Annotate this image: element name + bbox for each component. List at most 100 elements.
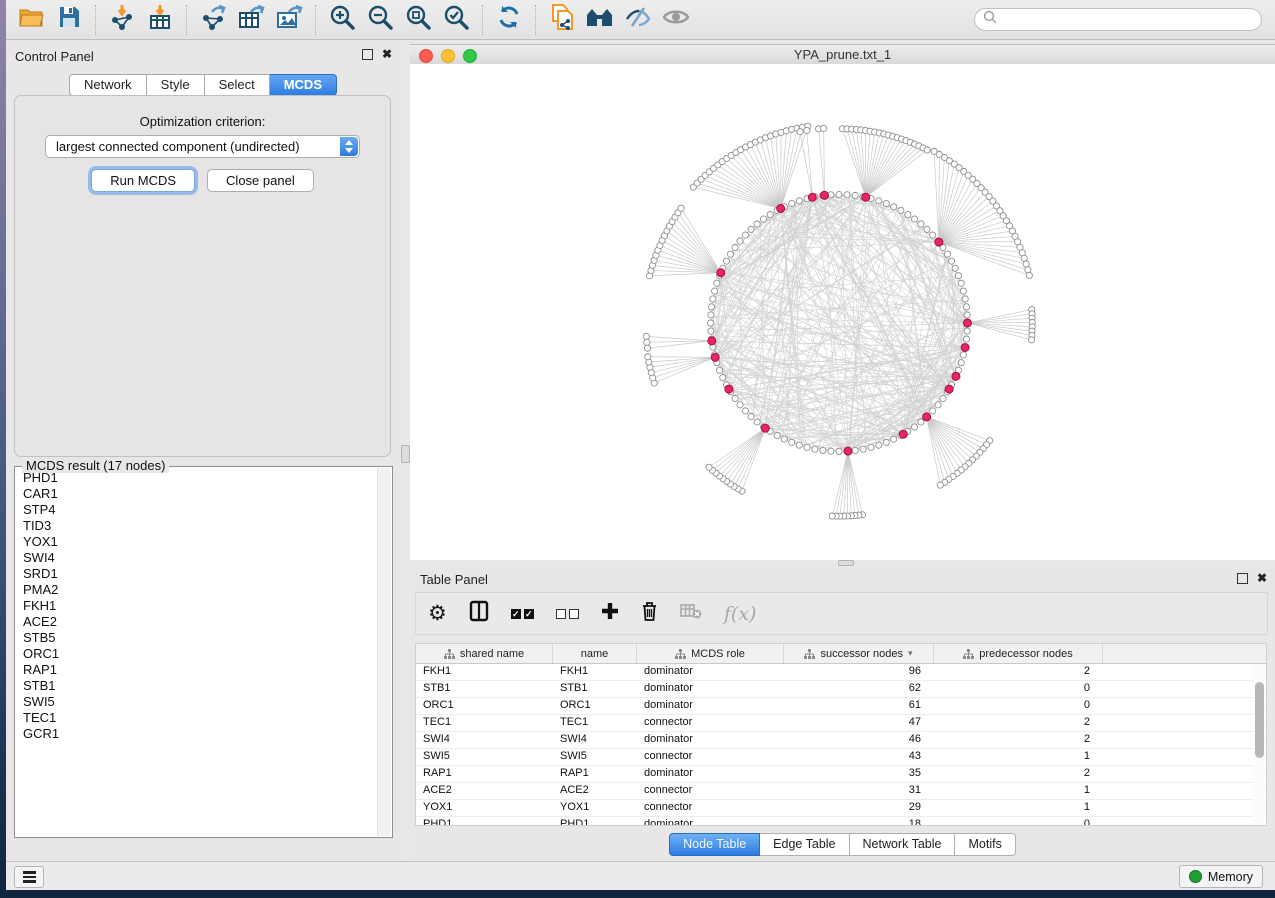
minimize-window-icon[interactable] (441, 49, 455, 63)
column-header-MCDS-role[interactable]: MCDS role (637, 644, 784, 663)
tab-select[interactable]: Select (205, 74, 270, 96)
table-row[interactable]: ORC1ORC1dominator610 (416, 698, 1266, 715)
show-columns-button[interactable] (469, 599, 489, 629)
cell-shared-name[interactable]: STB1 (416, 681, 553, 697)
cell-predecessor-nodes[interactable]: 2 (934, 715, 1103, 731)
cell-MCDS-role[interactable]: connector (637, 783, 784, 799)
result-list-item[interactable]: TEC1 (16, 710, 377, 726)
cell-MCDS-role[interactable]: dominator (637, 817, 784, 826)
result-scrollbar[interactable] (377, 468, 391, 836)
cell-successor-nodes[interactable]: 47 (784, 715, 934, 731)
column-header-predecessor-nodes[interactable]: predecessor nodes (934, 644, 1103, 663)
cell-shared-name[interactable]: SWI5 (416, 749, 553, 765)
zoom-out-button[interactable] (361, 3, 399, 37)
run-mcds-button[interactable]: Run MCDS (91, 169, 195, 192)
close-panel-icon[interactable]: ✖ (382, 48, 392, 60)
table-row[interactable]: YOX1YOX1connector291 (416, 800, 1266, 817)
show-all-button[interactable] (657, 3, 695, 37)
result-list-item[interactable]: PMA2 (16, 582, 377, 598)
table-row[interactable]: RAP1RAP1dominator352 (416, 766, 1266, 783)
column-header-name[interactable]: name (553, 644, 637, 663)
apply-function-button[interactable]: f(x) (724, 599, 757, 629)
cell-shared-name[interactable]: ACE2 (416, 783, 553, 799)
memory-button[interactable]: Memory (1179, 865, 1263, 888)
result-list-item[interactable]: STB1 (16, 678, 377, 694)
cell-shared-name[interactable]: ORC1 (416, 698, 553, 714)
cell-predecessor-nodes[interactable]: 0 (934, 698, 1103, 714)
first-neighbors-button[interactable] (581, 3, 619, 37)
cell-MCDS-role[interactable]: connector (637, 749, 784, 765)
table-row[interactable]: FKH1FKH1dominator962 (416, 664, 1266, 681)
result-list-item[interactable]: RAP1 (16, 662, 377, 678)
cell-shared-name[interactable]: TEC1 (416, 715, 553, 731)
cell-MCDS-role[interactable]: dominator (637, 681, 784, 697)
export-table-button[interactable] (232, 3, 270, 37)
cell-successor-nodes[interactable]: 43 (784, 749, 934, 765)
network-canvas[interactable] (410, 64, 1275, 560)
mcds-result-list[interactable]: PHD1CAR1STP4TID3YOX1SWI4SRD1PMA2FKH1ACE2… (16, 470, 377, 836)
zoom-in-button[interactable] (323, 3, 361, 37)
result-list-item[interactable]: TID3 (16, 518, 377, 534)
tab-node-table[interactable]: Node Table (669, 833, 760, 856)
column-header-successor-nodes[interactable]: successor nodes▾ (784, 644, 934, 663)
zoom-selected-button[interactable] (437, 3, 475, 37)
hide-selected-button[interactable] (619, 3, 657, 37)
search-input[interactable] (974, 8, 1262, 31)
close-window-icon[interactable] (419, 49, 433, 63)
cell-name[interactable]: FKH1 (553, 664, 637, 680)
cell-MCDS-role[interactable]: dominator (637, 664, 784, 680)
cell-shared-name[interactable]: PHD1 (416, 817, 553, 826)
cell-predecessor-nodes[interactable]: 1 (934, 783, 1103, 799)
export-network-button[interactable] (194, 3, 232, 37)
cell-predecessor-nodes[interactable]: 2 (934, 664, 1103, 680)
cell-MCDS-role[interactable]: dominator (637, 732, 784, 748)
close-panel-icon[interactable]: ✖ (1257, 572, 1267, 584)
cell-MCDS-role[interactable]: dominator (637, 698, 784, 714)
export-image-button[interactable] (270, 3, 308, 37)
cell-successor-nodes[interactable]: 18 (784, 817, 934, 826)
result-list-item[interactable]: CAR1 (16, 486, 377, 502)
table-row[interactable]: SWI5SWI5connector431 (416, 749, 1266, 766)
optimization-criterion-select[interactable]: largest connected component (undirected) (45, 135, 360, 158)
result-list-item[interactable]: YOX1 (16, 534, 377, 550)
cell-successor-nodes[interactable]: 62 (784, 681, 934, 697)
cell-successor-nodes[interactable]: 35 (784, 766, 934, 782)
cell-name[interactable]: TEC1 (553, 715, 637, 731)
cell-successor-nodes[interactable]: 96 (784, 664, 934, 680)
delete-table-button[interactable] (680, 599, 702, 629)
splitter-handle[interactable] (401, 445, 410, 463)
cell-MCDS-role[interactable]: connector (637, 800, 784, 816)
select-all-button[interactable]: ✓✓ (511, 599, 534, 629)
cell-name[interactable]: ORC1 (553, 698, 637, 714)
cell-successor-nodes[interactable]: 31 (784, 783, 934, 799)
deselect-all-button[interactable] (556, 599, 579, 629)
node-table[interactable]: shared namenameMCDS rolesuccessor nodes▾… (415, 643, 1267, 826)
tab-mcds[interactable]: MCDS (270, 74, 337, 96)
tab-motifs[interactable]: Motifs (955, 833, 1015, 856)
cell-name[interactable]: SWI4 (553, 732, 637, 748)
table-settings-button[interactable]: ⚙ (428, 599, 447, 629)
maximize-window-icon[interactable] (463, 49, 477, 63)
zoom-fit-button[interactable] (399, 3, 437, 37)
cell-successor-nodes[interactable]: 29 (784, 800, 934, 816)
add-column-button[interactable] (601, 599, 619, 629)
table-row[interactable]: STB1STB1dominator620 (416, 681, 1266, 698)
sort-chevron-icon[interactable]: ▾ (908, 648, 913, 659)
result-list-item[interactable]: GCR1 (16, 726, 377, 742)
cell-name[interactable]: PHD1 (553, 817, 637, 826)
column-header-shared-name[interactable]: shared name (416, 644, 553, 663)
tab-network-table[interactable]: Network Table (850, 833, 956, 856)
cell-name[interactable]: SWI5 (553, 749, 637, 765)
scrollbar-thumb[interactable] (1255, 682, 1264, 758)
cell-successor-nodes[interactable]: 61 (784, 698, 934, 714)
cell-shared-name[interactable]: RAP1 (416, 766, 553, 782)
cell-name[interactable]: STB1 (553, 681, 637, 697)
network-titlebar[interactable]: YPA_prune.txt_1 (410, 44, 1275, 65)
save-button[interactable] (50, 3, 88, 37)
cell-shared-name[interactable]: FKH1 (416, 664, 553, 680)
close-panel-button[interactable]: Close panel (207, 169, 314, 192)
float-panel-icon[interactable] (1237, 573, 1248, 584)
cell-predecessor-nodes[interactable]: 2 (934, 732, 1103, 748)
tab-network[interactable]: Network (69, 74, 147, 96)
import-table-button[interactable] (141, 3, 179, 37)
